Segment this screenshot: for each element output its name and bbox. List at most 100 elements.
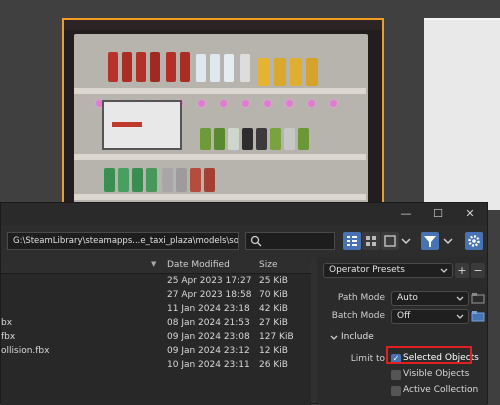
file-row[interactable]: bx 08 Jan 2024 21:53 27 KiB bbox=[1, 317, 311, 331]
selection-highlight-box bbox=[386, 346, 472, 364]
operator-presets-dropdown[interactable]: Operator Presets bbox=[323, 263, 453, 278]
file-size: 27 KiB bbox=[259, 318, 288, 328]
operator-presets-label: Operator Presets bbox=[329, 265, 405, 275]
chevron-down-icon bbox=[401, 238, 411, 245]
minimize-button[interactable]: — bbox=[397, 207, 415, 220]
file-row[interactable]: ollision.fbx 09 Jan 2024 23:12 12 KiB bbox=[1, 345, 311, 359]
batch-mode-dropdown[interactable]: Off bbox=[391, 309, 469, 324]
limit-to-label: Limit to bbox=[350, 354, 385, 364]
bottle bbox=[210, 54, 220, 82]
file-size: 12 KiB bbox=[259, 346, 288, 356]
bottle bbox=[146, 168, 157, 192]
maximize-button[interactable]: ☐ bbox=[429, 207, 447, 220]
3d-viewport[interactable] bbox=[0, 0, 500, 210]
search-field[interactable] bbox=[245, 232, 335, 250]
file-size: 42 KiB bbox=[259, 304, 288, 314]
machine-screen bbox=[102, 100, 182, 150]
gear-icon bbox=[468, 235, 480, 247]
light bbox=[220, 100, 227, 107]
file-row[interactable]: 10 Jan 2024 23:11 26 KiB bbox=[1, 359, 311, 373]
file-list[interactable]: ▼ Date Modified Size 25 Apr 2023 17:27 2… bbox=[1, 257, 311, 405]
sort-arrow-icon[interactable]: ▼ bbox=[151, 260, 156, 268]
light bbox=[242, 100, 249, 107]
dialog-toolbar: G:\SteamLibrary\steamapps...e_taxi_plaza… bbox=[1, 225, 487, 257]
light bbox=[264, 100, 271, 107]
file-date: 27 Apr 2023 18:58 bbox=[167, 290, 252, 300]
batch-mode-value: Off bbox=[397, 311, 411, 321]
settings-toggle-button[interactable] bbox=[465, 232, 483, 250]
file-row[interactable]: 27 Apr 2023 18:58 70 KiB bbox=[1, 289, 311, 303]
visible-objects-checkbox[interactable] bbox=[391, 370, 401, 380]
column-header-row: ▼ Date Modified Size bbox=[1, 257, 311, 274]
file-name: bx bbox=[1, 318, 13, 328]
chevron-down-icon bbox=[440, 268, 448, 273]
can bbox=[270, 128, 281, 150]
bottle bbox=[204, 168, 215, 192]
chevron-down-icon bbox=[456, 314, 464, 319]
bottle bbox=[224, 54, 234, 82]
display-thumbnails-button[interactable] bbox=[381, 232, 399, 250]
column-size[interactable]: Size bbox=[259, 260, 277, 270]
chevron-down-icon[interactable] bbox=[329, 333, 339, 343]
bottle bbox=[306, 58, 318, 86]
light bbox=[308, 100, 315, 107]
export-options-panel: Operator Presets + − Path Mode Auto Batc… bbox=[317, 257, 487, 405]
bottle bbox=[274, 58, 286, 86]
list-view-icon bbox=[347, 236, 357, 246]
file-size: 127 KiB bbox=[259, 332, 294, 342]
file-date: 09 Jan 2024 23:08 bbox=[167, 332, 250, 342]
bottle bbox=[166, 52, 176, 82]
filter-options-dropdown[interactable] bbox=[441, 232, 455, 250]
file-size: 26 KiB bbox=[259, 360, 288, 370]
path-mode-value: Auto bbox=[397, 293, 418, 303]
column-date-modified[interactable]: Date Modified bbox=[167, 260, 230, 270]
can bbox=[298, 128, 309, 150]
display-options-dropdown[interactable] bbox=[399, 232, 413, 250]
add-preset-button[interactable]: + bbox=[455, 263, 469, 278]
shelf bbox=[74, 154, 366, 160]
remove-preset-button[interactable]: − bbox=[471, 263, 485, 278]
shelf bbox=[74, 194, 366, 200]
can bbox=[284, 128, 295, 150]
file-date: 25 Apr 2023 17:27 bbox=[167, 276, 252, 286]
file-row[interactable]: 11 Jan 2024 23:18 42 KiB bbox=[1, 303, 311, 317]
bottle bbox=[132, 168, 143, 192]
visible-objects-label[interactable]: Visible Objects bbox=[403, 369, 469, 379]
bottle bbox=[108, 52, 118, 82]
close-button[interactable]: ✕ bbox=[461, 207, 479, 220]
light bbox=[198, 100, 205, 107]
chevron-down-icon bbox=[456, 296, 464, 301]
active-collection-checkbox[interactable] bbox=[391, 386, 401, 396]
directory-path-field[interactable]: G:\SteamLibrary\steamapps...e_taxi_plaza… bbox=[7, 232, 239, 250]
file-export-dialog: — ☐ ✕ G:\SteamLibrary\steamapps...e_taxi… bbox=[0, 202, 488, 405]
bottle bbox=[162, 168, 173, 192]
thumbnail-view-icon bbox=[384, 235, 396, 247]
path-mode-label: Path Mode bbox=[337, 293, 385, 303]
include-section-header[interactable]: Include bbox=[341, 332, 374, 342]
cube-model[interactable] bbox=[424, 20, 500, 210]
file-date: 10 Jan 2024 23:11 bbox=[167, 360, 250, 370]
dialog-titlebar[interactable]: — ☐ ✕ bbox=[1, 203, 487, 225]
display-grid-button[interactable] bbox=[362, 232, 380, 250]
folder-icon[interactable] bbox=[471, 291, 485, 305]
file-date: 11 Jan 2024 23:18 bbox=[167, 304, 250, 314]
active-collection-label[interactable]: Active Collection bbox=[403, 385, 478, 395]
search-icon bbox=[250, 235, 262, 247]
batch-folder-icon[interactable] bbox=[471, 309, 485, 323]
bottle bbox=[104, 168, 115, 192]
file-row[interactable]: 25 Apr 2023 17:27 25 KiB bbox=[1, 275, 311, 289]
chevron-down-icon bbox=[443, 238, 453, 245]
can bbox=[228, 128, 239, 150]
file-size: 25 KiB bbox=[259, 276, 288, 286]
light bbox=[330, 100, 337, 107]
can bbox=[256, 128, 267, 150]
vending-machine-model[interactable] bbox=[62, 18, 384, 210]
filter-toggle-button[interactable] bbox=[421, 232, 439, 250]
file-size: 70 KiB bbox=[259, 290, 288, 300]
display-list-button[interactable] bbox=[343, 232, 361, 250]
path-mode-dropdown[interactable]: Auto bbox=[391, 291, 469, 306]
bottle bbox=[176, 168, 187, 192]
bottle bbox=[150, 52, 160, 82]
bottle bbox=[180, 52, 190, 82]
file-row[interactable]: fbx 09 Jan 2024 23:08 127 KiB bbox=[1, 331, 311, 345]
